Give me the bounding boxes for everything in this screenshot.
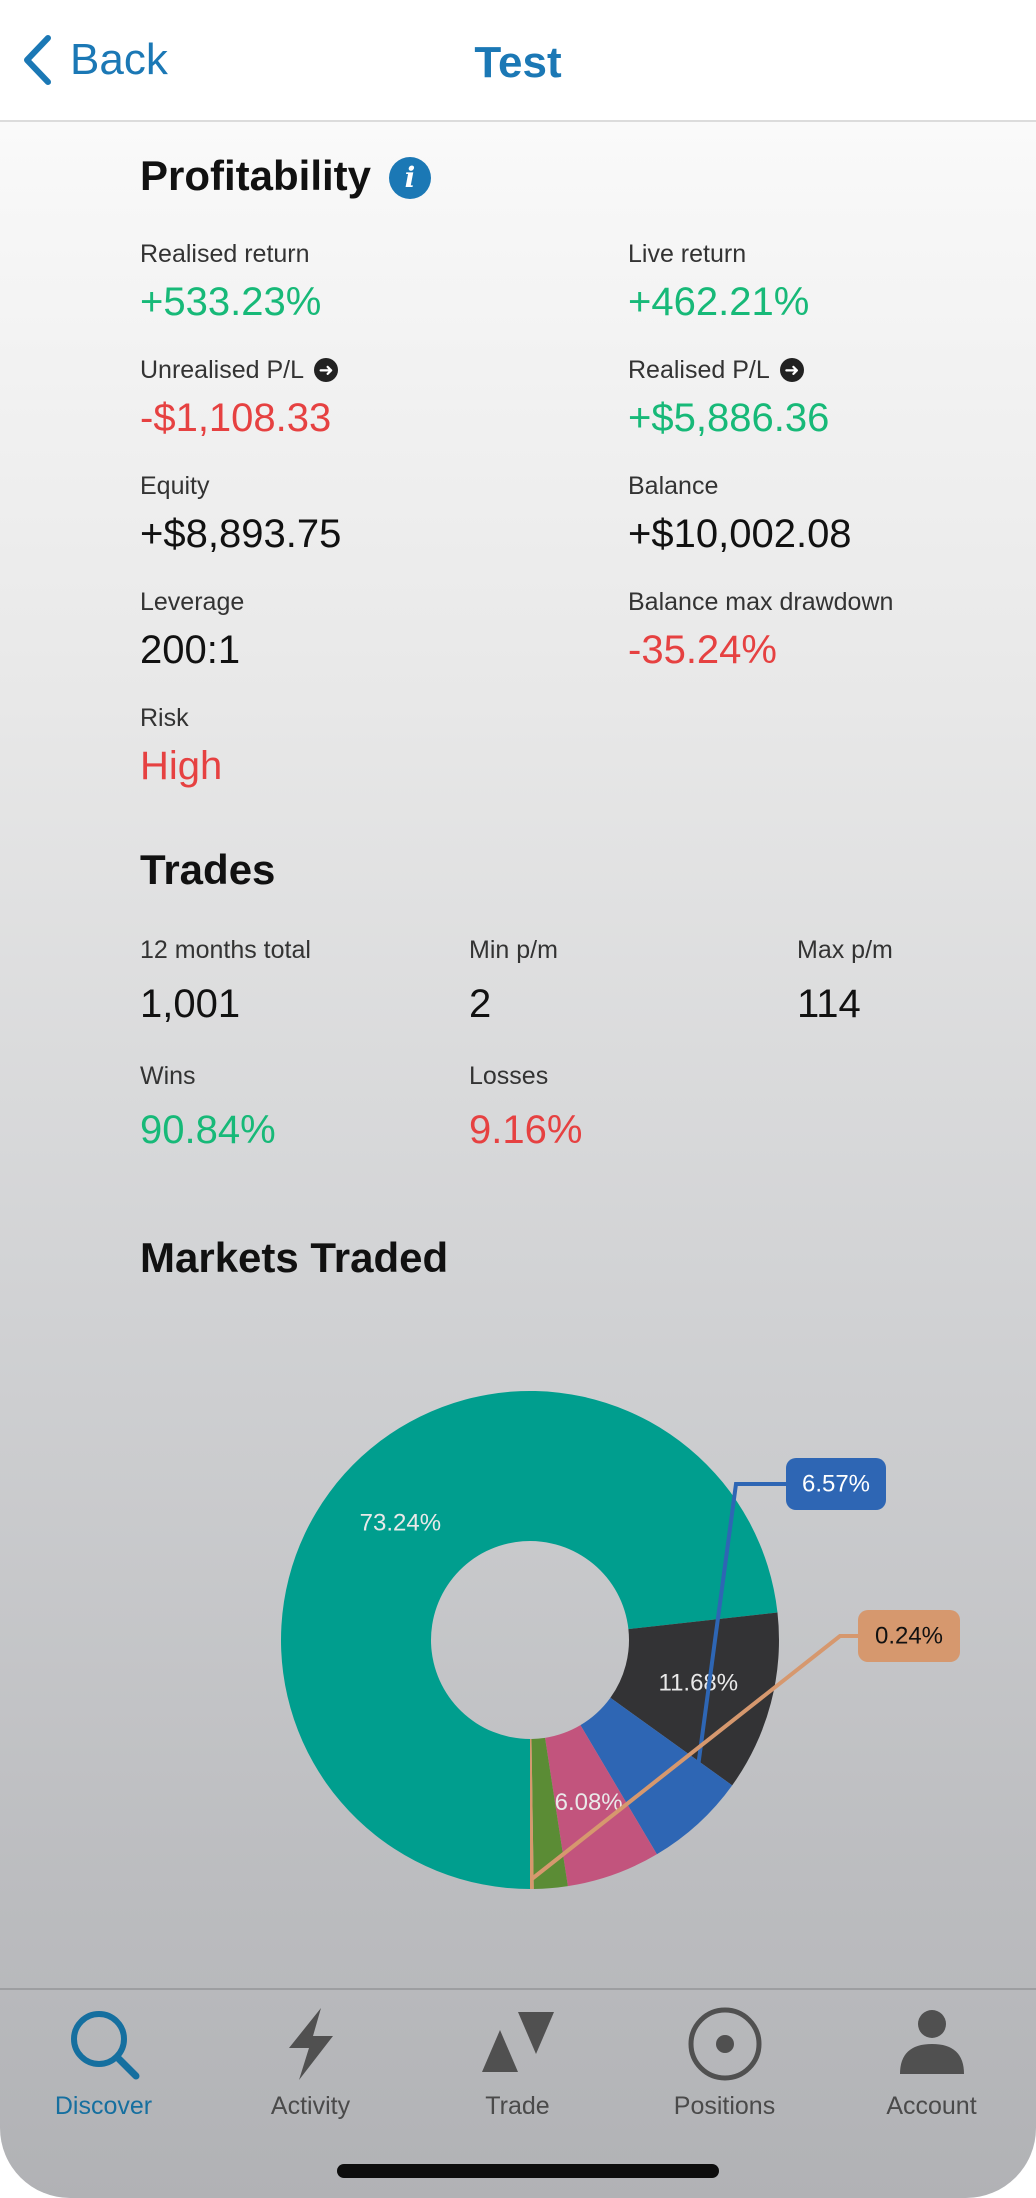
metric-value: High: [140, 744, 223, 788]
arrow-right-circle-icon[interactable]: ➜: [313, 358, 338, 382]
metric-label: Losses: [469, 1061, 549, 1090]
home-indicator: [337, 2164, 719, 2178]
metric-label: Wins: [140, 1061, 196, 1090]
metric-value: 2: [469, 982, 492, 1026]
metric-value: +533.23%: [140, 280, 322, 324]
tab-activity[interactable]: Activity: [207, 2004, 414, 2134]
tab-account[interactable]: Account: [828, 2004, 1035, 2134]
metric-value: 1,001: [140, 982, 241, 1026]
metric-losses: Losses 9.16%: [469, 1060, 582, 1153]
metric-live-return: Live return +462.21%: [628, 238, 809, 325]
metric-value: 90.84%: [140, 1108, 276, 1152]
search-icon: [70, 2011, 139, 2080]
app-screen: Back Test Profitability i Realised retur…: [0, 0, 1036, 2198]
metric-wins: Wins 90.84%: [140, 1060, 276, 1153]
tab-label: Activity: [270, 2092, 351, 2120]
metric-label: Risk: [140, 703, 189, 732]
user-icon: [899, 2010, 964, 2074]
callout-label: 0.24%: [875, 1622, 943, 1649]
metric-label: Max p/m: [797, 935, 893, 964]
metric-risk: Risk High: [140, 702, 222, 789]
trades-title: Trades: [140, 846, 276, 893]
metric-value: 114: [797, 982, 861, 1026]
metric-label: 12 months total: [140, 935, 311, 964]
metric-value: 200:1: [140, 628, 241, 672]
metric-label: Leverage: [140, 587, 245, 616]
metric-label: Live return: [628, 239, 747, 268]
arrow-right-circle-icon[interactable]: ➜: [779, 358, 804, 382]
metric-balance-max-drawdown: Balance max drawdown -35.24%: [628, 586, 893, 673]
metric-unrealised-pl: Unrealised P/L ➜ -$1,108.33: [140, 354, 338, 441]
tab-label: Positions: [673, 2092, 776, 2120]
tab-label: Discover: [54, 2092, 153, 2120]
metric-label: Equity: [140, 471, 210, 500]
metric-realised-pl: Realised P/L ➜ +$5,886.36: [628, 354, 829, 441]
metric-12-months-total: 12 months total 1,001: [140, 934, 311, 1027]
metric-leverage: Leverage 200:1: [140, 586, 244, 673]
tab-discover[interactable]: Discover: [0, 2004, 207, 2134]
callout-label: 6.57%: [802, 1470, 870, 1497]
pie-slice-label: 6.08%: [555, 1789, 623, 1816]
tab-label: Account: [886, 2092, 977, 2120]
navigation-bar: Back Test: [0, 0, 1036, 122]
info-icon[interactable]: i: [389, 157, 431, 199]
metric-label: Min p/m: [469, 935, 558, 964]
metric-max-pm: Max p/m 114: [797, 934, 893, 1027]
metric-value: -$1,108.33: [140, 396, 332, 440]
metric-value: 9.16%: [469, 1108, 583, 1152]
metric-label: Unrealised P/L ➜: [140, 354, 338, 386]
metric-value: +$10,002.08: [628, 512, 852, 556]
metric-realised-return: Realised return +533.23%: [140, 238, 321, 325]
tab-positions[interactable]: Positions: [621, 2004, 828, 2134]
metric-label: Realised return: [140, 239, 310, 268]
metric-value: +$5,886.36: [628, 396, 830, 440]
target-icon: [688, 2007, 761, 2081]
metric-value: +462.21%: [628, 280, 810, 324]
pie-slice-label: 73.24%: [360, 1509, 441, 1536]
metric-label: Realised P/L ➜: [628, 354, 829, 386]
metric-value: -35.24%: [628, 628, 777, 672]
profitability-title: Profitability: [140, 152, 372, 199]
metric-label: Balance max drawdown: [628, 587, 894, 616]
metric-equity: Equity +$8,893.75: [140, 470, 341, 557]
markets-traded-title: Markets Traded: [140, 1234, 449, 1281]
tab-label: Trade: [485, 2092, 550, 2120]
metric-value: +$8,893.75: [140, 512, 342, 556]
markets-donut-chart: 73.24% 11.68% 6.57% 6.08% 0.24%: [280, 1391, 960, 1889]
metric-min-pm: Min p/m 2: [469, 934, 558, 1027]
trade-triangles-icon: [481, 2012, 554, 2072]
tab-trade[interactable]: Trade: [414, 2004, 621, 2134]
metric-balance: Balance +$10,002.08: [628, 470, 852, 557]
pie-slice-label: 11.68%: [659, 1669, 739, 1696]
lightning-icon: [288, 2008, 333, 2080]
page-title: Test: [474, 38, 562, 87]
metric-label: Balance: [628, 471, 719, 500]
